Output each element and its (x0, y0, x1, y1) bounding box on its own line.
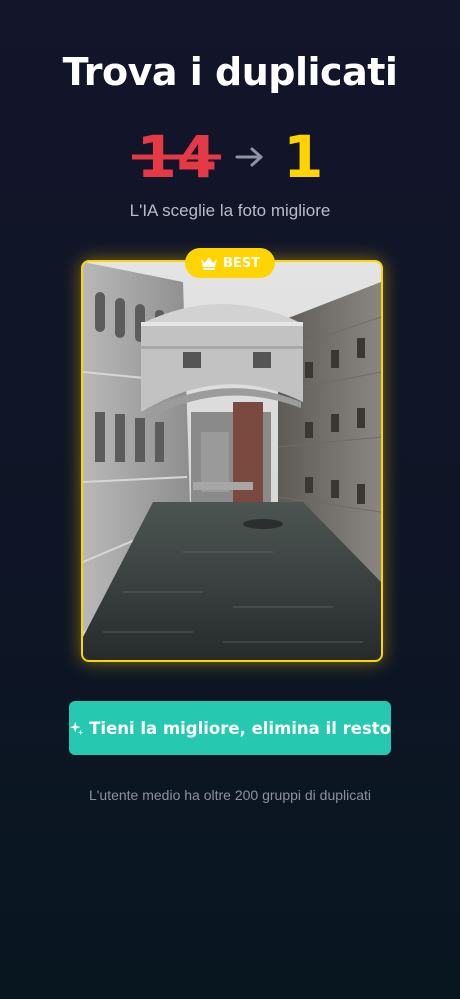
crown-icon (200, 257, 217, 270)
footnote: L'utente medio ha oltre 200 gruppi di du… (88, 787, 372, 803)
best-photo[interactable] (81, 260, 383, 662)
strikethrough-line (132, 154, 222, 160)
best-badge-label: BEST (222, 255, 261, 271)
duplicates-after-count: 1 (283, 123, 324, 191)
canal-bridge-photo (83, 262, 381, 660)
subtitle: L'IA sceglie la foto migliore (129, 201, 331, 220)
keep-best-delete-rest-button[interactable]: Tieni la migliore, elimina il resto (69, 701, 391, 755)
best-badge: BEST (185, 248, 275, 278)
duplicate-counter: 14 1 (0, 122, 460, 192)
page-title: Trova i duplicati (62, 50, 398, 94)
sparkle-icon (69, 721, 84, 736)
cta-label: Tieni la migliore, elimina il resto (89, 718, 391, 738)
duplicates-before-count: 14 (132, 128, 222, 186)
arrow-right-icon (235, 147, 263, 167)
